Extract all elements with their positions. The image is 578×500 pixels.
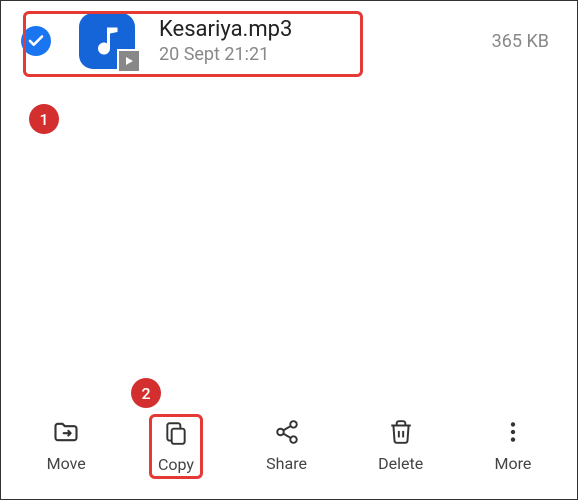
bottom-action-bar: Move Copy Share Delete More: [1, 400, 577, 499]
move-icon: [52, 418, 80, 446]
share-label: Share: [266, 454, 307, 473]
delete-label: Delete: [378, 454, 423, 473]
file-date: 20 Sept 21:21: [159, 44, 492, 65]
check-icon: [27, 32, 45, 50]
more-button[interactable]: More: [486, 414, 539, 479]
more-icon: [499, 418, 527, 446]
share-button[interactable]: Share: [258, 414, 315, 479]
checkbox-selected[interactable]: [21, 26, 51, 56]
play-badge: [117, 49, 141, 73]
copy-label: Copy: [158, 455, 194, 474]
annotation-badge-1: 1: [29, 104, 59, 134]
move-label: Move: [47, 454, 86, 473]
file-row[interactable]: Kesariya.mp3 20 Sept 21:21 365 KB: [1, 1, 577, 81]
more-label: More: [494, 454, 531, 473]
copy-icon: [162, 419, 190, 447]
trash-icon: [387, 418, 415, 446]
file-info: Kesariya.mp3 20 Sept 21:21: [159, 17, 492, 65]
move-button[interactable]: Move: [39, 414, 94, 479]
share-icon: [273, 418, 301, 446]
copy-button[interactable]: Copy: [149, 414, 203, 479]
file-name: Kesariya.mp3: [159, 17, 492, 42]
file-size: 365 KB: [492, 31, 549, 52]
music-file-icon: [79, 13, 135, 69]
delete-button[interactable]: Delete: [370, 414, 431, 479]
play-icon: [123, 55, 135, 67]
